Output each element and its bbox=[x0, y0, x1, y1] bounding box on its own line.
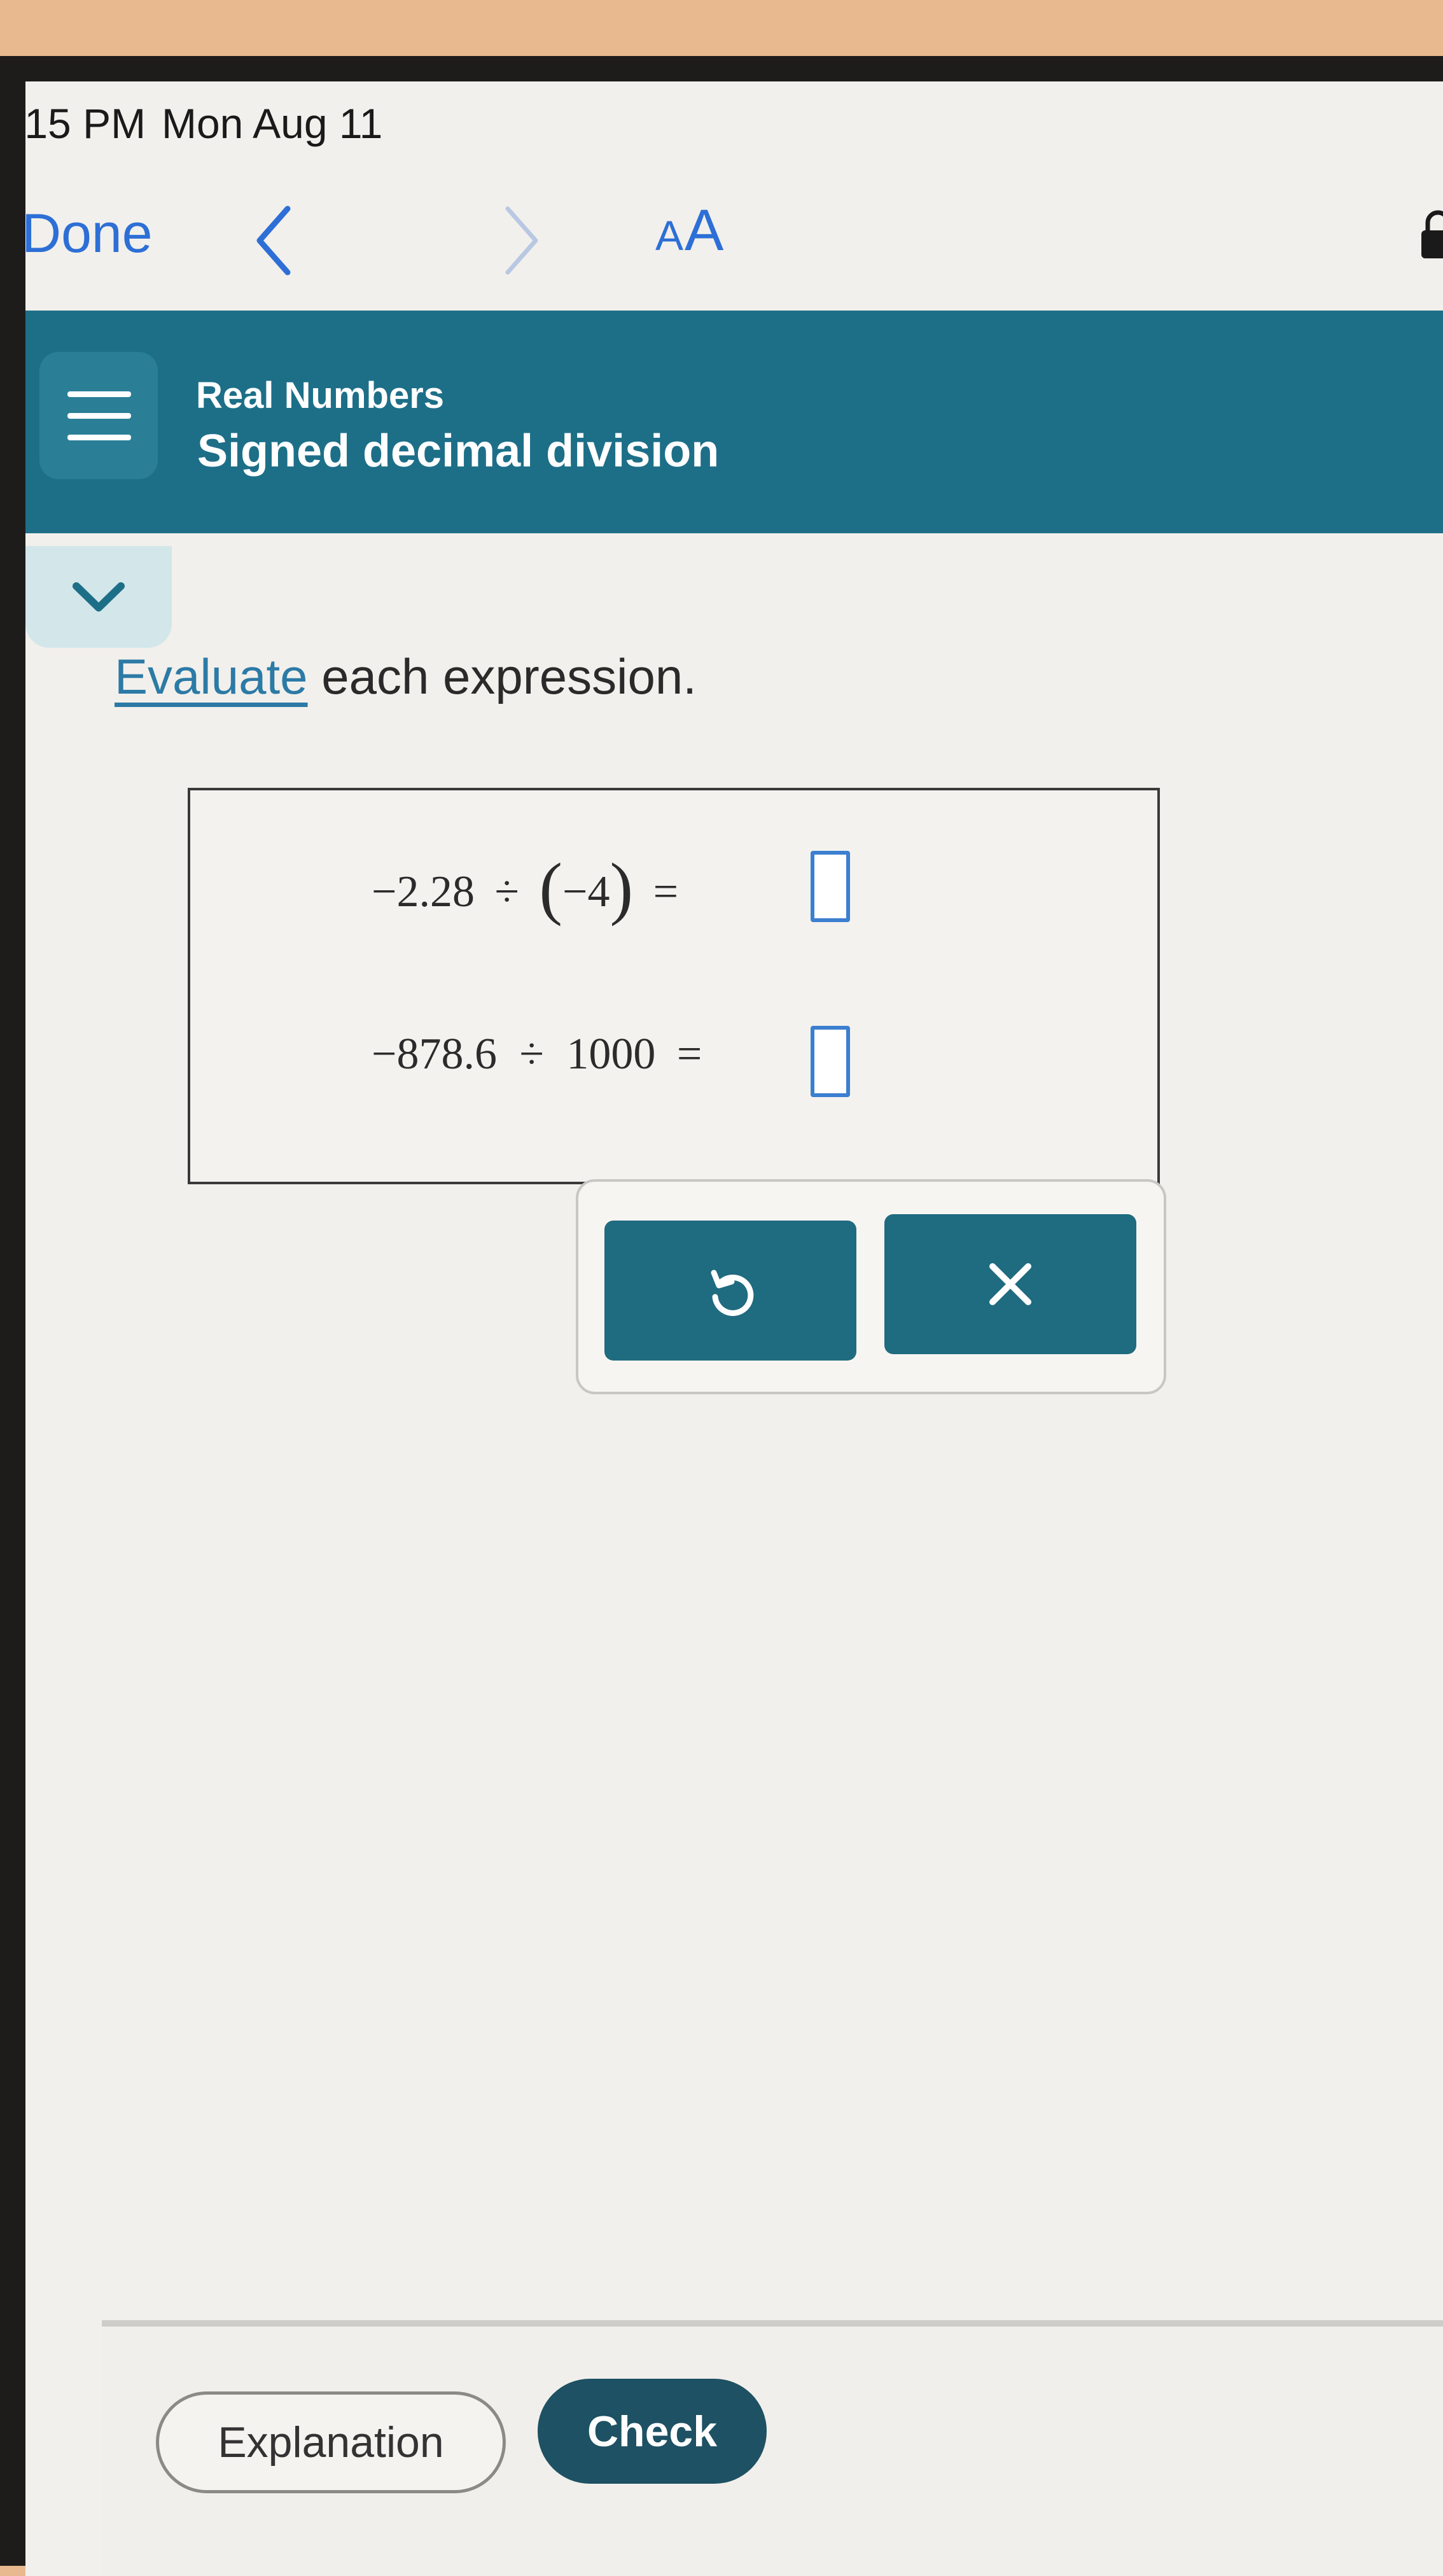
chevron-left-icon[interactable] bbox=[235, 196, 312, 285]
evaluate-link[interactable]: Evaluate bbox=[115, 648, 308, 704]
expression-2-divisor: 1000 bbox=[566, 1030, 656, 1079]
text-size-small-glyph: A bbox=[655, 212, 685, 259]
chevron-down-icon bbox=[73, 582, 125, 612]
instruction-text: each expression. bbox=[307, 648, 697, 704]
undo-button[interactable] bbox=[604, 1221, 856, 1361]
text-size-button[interactable]: AA bbox=[655, 197, 725, 264]
menu-bar-line bbox=[67, 413, 131, 419]
clear-button[interactable] bbox=[884, 1214, 1136, 1354]
collapse-header-button[interactable] bbox=[25, 546, 172, 648]
answer-input-2[interactable] bbox=[811, 1026, 850, 1097]
topic-category: Real Numbers bbox=[196, 375, 445, 416]
explanation-button[interactable]: Explanation bbox=[156, 2391, 506, 2493]
expression-2-dividend: −878.6 bbox=[372, 1030, 497, 1079]
done-button[interactable]: Done bbox=[25, 202, 153, 265]
instruction: Evaluate each expression. bbox=[115, 648, 697, 706]
expression-1-operator: ÷ bbox=[494, 867, 519, 916]
status-date: Mon Aug 11 bbox=[162, 100, 383, 147]
undo-icon bbox=[711, 1270, 754, 1316]
expression-1-equals: = bbox=[653, 867, 679, 916]
expression-1-divisor: −4 bbox=[562, 867, 610, 916]
expression-1: −2.28 ÷ (−4) = bbox=[372, 848, 678, 928]
menu-bar-line bbox=[67, 435, 131, 440]
hamburger-menu-icon[interactable] bbox=[39, 352, 158, 479]
bottom-divider bbox=[102, 2320, 1443, 2327]
check-button[interactable]: Check bbox=[538, 2379, 767, 2484]
expression-2: −878.6 ÷ 1000 = bbox=[372, 1029, 702, 1080]
text-size-large-glyph: A bbox=[685, 198, 725, 263]
expression-1-close-paren: ) bbox=[610, 849, 634, 927]
close-icon bbox=[989, 1263, 1031, 1305]
screen: :15 PM Mon Aug 11 Done AA Real Numbers S… bbox=[25, 81, 1443, 2576]
chevron-right-icon[interactable] bbox=[484, 196, 560, 285]
menu-bar-line bbox=[67, 391, 131, 397]
lock-icon bbox=[1419, 209, 1443, 260]
expression-2-operator: ÷ bbox=[519, 1030, 544, 1079]
expression-2-equals: = bbox=[676, 1030, 702, 1079]
problem-box: −2.28 ÷ (−4) = −878.6 ÷ 1000 = bbox=[188, 788, 1160, 1184]
answer-input-1[interactable] bbox=[811, 851, 850, 922]
topic-title: Signed decimal division bbox=[197, 426, 720, 477]
expression-1-dividend: −2.28 bbox=[372, 867, 475, 916]
topic-header bbox=[25, 311, 1443, 533]
expression-1-open-paren: ( bbox=[539, 849, 563, 927]
status-time: :15 PM bbox=[25, 100, 146, 147]
